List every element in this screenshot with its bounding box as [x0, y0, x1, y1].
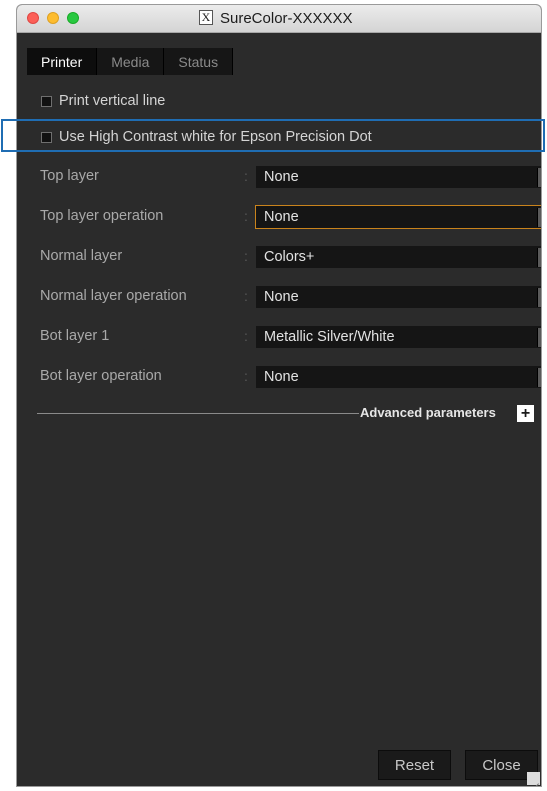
top-layer-select[interactable]: None: [255, 165, 541, 189]
select-value: Colors+: [264, 249, 315, 265]
param-row-normal-layer: Normal layer : Colors+: [40, 245, 541, 269]
advanced-divider: [37, 413, 359, 414]
param-row-bot-layer-operation: Bot layer operation : None: [40, 365, 541, 389]
chevron-down-icon[interactable]: [537, 288, 541, 307]
print-vertical-line-checkbox[interactable]: [41, 95, 52, 107]
select-value: None: [264, 369, 299, 385]
tab-media[interactable]: Media: [97, 48, 165, 75]
param-colon: :: [244, 208, 248, 224]
param-label: Bot layer 1: [40, 328, 110, 344]
x11-app-icon: X: [199, 10, 213, 25]
select-value: Metallic Silver/White: [264, 329, 395, 345]
param-label: Top layer operation: [40, 208, 164, 224]
print-vertical-line-label: Print vertical line: [59, 93, 166, 109]
param-label: Normal layer: [40, 248, 123, 264]
bot-layer-1-select[interactable]: Metallic Silver/White: [255, 325, 541, 349]
window-title: SureColor-XXXXXX: [220, 10, 353, 27]
minimize-window-button[interactable]: [47, 12, 59, 24]
bot-layer-operation-select[interactable]: None: [255, 365, 541, 389]
param-colon: :: [244, 248, 248, 264]
param-row-top-layer-operation: Top layer operation : None: [40, 205, 541, 229]
tab-status[interactable]: Status: [164, 48, 234, 75]
highlight-annotation-frame: [1, 119, 545, 152]
chevron-down-icon[interactable]: [537, 248, 541, 267]
param-label: Normal layer operation: [40, 288, 187, 304]
param-colon: :: [244, 368, 248, 384]
param-colon: :: [244, 168, 248, 184]
tab-printer[interactable]: Printer: [27, 48, 98, 75]
top-layer-operation-select[interactable]: None: [255, 205, 541, 229]
tab-bar: Printer Media Status: [27, 48, 234, 75]
select-value: None: [264, 169, 299, 185]
reset-button[interactable]: Reset: [378, 750, 451, 780]
title-bar: X SureColor-XXXXXX: [17, 5, 541, 33]
chevron-down-icon[interactable]: [537, 208, 541, 227]
param-colon: :: [244, 328, 248, 344]
select-value: None: [264, 289, 299, 305]
param-label: Top layer: [40, 168, 99, 184]
param-row-bot-layer-1: Bot layer 1 : Metallic Silver/White: [40, 325, 541, 349]
close-window-button[interactable]: [27, 12, 39, 24]
select-value: None: [264, 209, 299, 225]
chevron-down-icon[interactable]: [537, 368, 541, 387]
resize-grip-icon[interactable]: [527, 772, 540, 785]
advanced-parameters-label: Advanced parameters: [360, 405, 496, 420]
param-colon: :: [244, 288, 248, 304]
param-row-top-layer: Top layer : None: [40, 165, 541, 189]
chevron-down-icon[interactable]: [537, 168, 541, 187]
param-label: Bot layer operation: [40, 368, 162, 384]
zoom-window-button[interactable]: [67, 12, 79, 24]
expand-plus-icon[interactable]: +: [517, 405, 534, 422]
normal-layer-select[interactable]: Colors+: [255, 245, 541, 269]
param-row-normal-layer-operation: Normal layer operation : None: [40, 285, 541, 309]
print-vertical-line-option[interactable]: Print vertical line: [41, 93, 165, 109]
normal-layer-operation-select[interactable]: None: [255, 285, 541, 309]
chevron-down-icon[interactable]: [537, 328, 541, 347]
